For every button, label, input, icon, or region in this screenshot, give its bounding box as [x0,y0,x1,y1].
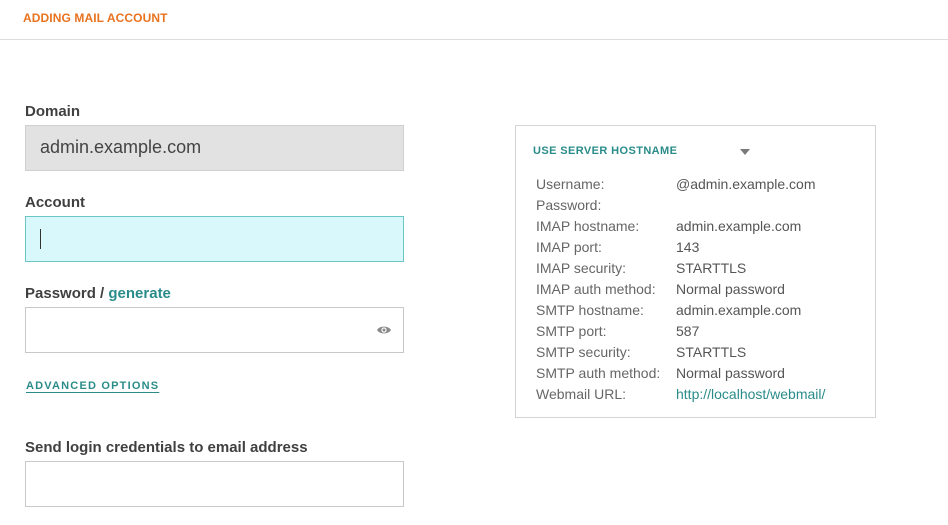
setting-key: IMAP port: [536,239,602,255]
setting-value: STARTTLS [676,344,747,360]
server-settings-panel: USE SERVER HOSTNAME Username: @admin.exa… [515,125,876,418]
setting-key: Password: [536,197,602,213]
setting-value: Normal password [676,365,785,381]
setting-key: SMTP hostname: [536,302,644,318]
setting-key: Username: [536,176,605,192]
setting-key: SMTP security: [536,344,631,360]
setting-row-webmail-url: Webmail URL: http://localhost/webmail/ [536,384,856,405]
text-cursor [40,229,41,249]
setting-value: Normal password [676,281,785,297]
page-title: ADDING MAIL ACCOUNT [23,11,168,25]
setting-row-imap-port: IMAP port: 143 [536,237,856,258]
domain-value: admin.example.com [40,137,202,157]
setting-value: admin.example.com [676,302,802,318]
setting-key: Webmail URL: [536,386,626,402]
setting-row-smtp-auth: SMTP auth method: Normal password [536,363,856,384]
setting-key: IMAP auth method: [536,281,656,297]
setting-value: STARTTLS [676,260,747,276]
send-credentials-label: Send login credentials to email address [25,439,308,456]
account-label: Account [25,194,85,211]
setting-row-password: Password: [536,195,856,216]
advanced-options-link[interactable]: ADVANCED OPTIONS [26,380,159,392]
setting-value: @admin.example.com [676,176,816,192]
server-settings-list: Username: @admin.example.com Password: I… [536,174,856,405]
password-label-text: Password / [25,285,109,302]
domain-label: Domain [25,103,81,120]
setting-row-smtp-hostname: SMTP hostname: admin.example.com [536,300,856,321]
webmail-url-link[interactable]: http://localhost/webmail/ [676,386,825,402]
add-mail-account-page: ADDING MAIL ACCOUNT Domain admin.example… [0,0,948,525]
setting-row-username: Username: @admin.example.com [536,174,856,195]
page-header: ADDING MAIL ACCOUNT [0,0,948,40]
setting-value: 143 [676,239,700,255]
setting-row-smtp-security: SMTP security: STARTTLS [536,342,856,363]
setting-key: IMAP hostname: [536,218,640,234]
account-input[interactable] [25,216,404,262]
setting-key: SMTP port: [536,323,607,339]
password-label: Password / generate [25,285,171,302]
setting-value: 587 [676,323,700,339]
setting-value: admin.example.com [676,218,802,234]
chevron-down-icon[interactable] [740,149,750,155]
setting-key: IMAP security: [536,260,626,276]
setting-key: SMTP auth method: [536,365,661,381]
domain-field: admin.example.com [25,125,404,171]
hostname-dropdown[interactable]: USE SERVER HOSTNAME [533,145,677,157]
password-input[interactable] [25,307,404,353]
setting-row-imap-security: IMAP security: STARTTLS [536,258,856,279]
setting-row-smtp-port: SMTP port: 587 [536,321,856,342]
setting-row-imap-auth: IMAP auth method: Normal password [536,279,856,300]
send-credentials-email-input[interactable] [25,461,404,507]
setting-row-imap-hostname: IMAP hostname: admin.example.com [536,216,856,237]
eye-icon[interactable] [376,323,392,337]
generate-password-link[interactable]: generate [108,285,171,302]
